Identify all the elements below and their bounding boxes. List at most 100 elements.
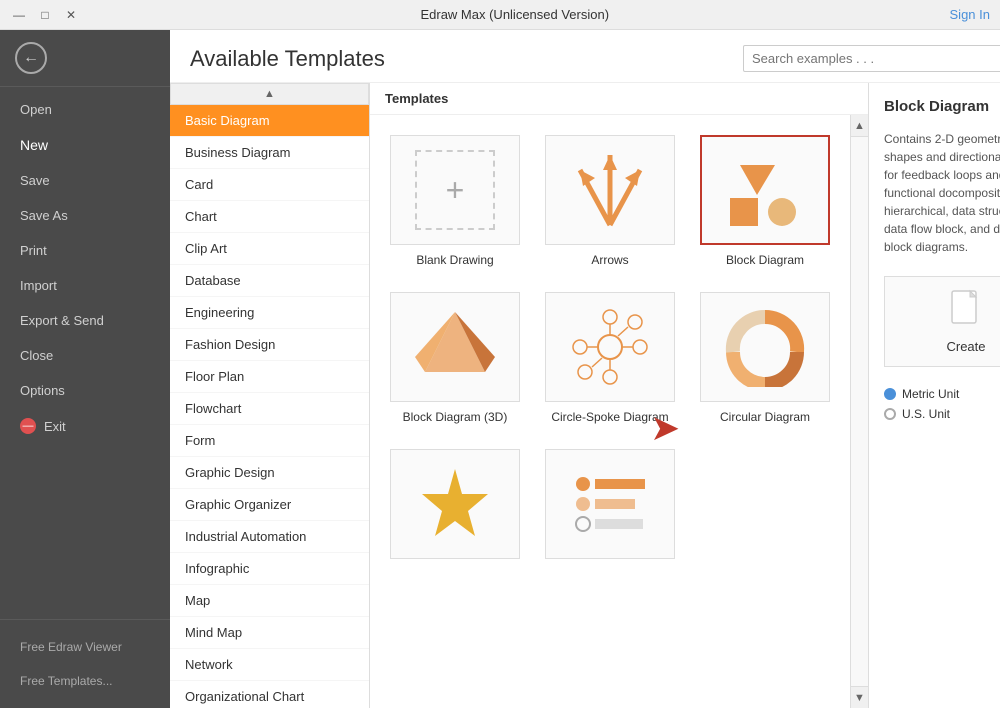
template-thumb-star: [390, 449, 520, 559]
circular-svg: [720, 307, 810, 387]
category-item-engineering[interactable]: Engineering: [170, 297, 369, 329]
doc-icon-svg: [950, 289, 982, 327]
arrow-indicator: ➤: [650, 410, 680, 446]
sidebar-item-import[interactable]: Import: [0, 268, 170, 303]
category-item-basic[interactable]: Basic Diagram: [170, 105, 369, 137]
category-item-form[interactable]: Form: [170, 425, 369, 457]
bars-svg: [565, 464, 655, 544]
category-item-chart[interactable]: Chart: [170, 201, 369, 233]
category-item-map[interactable]: Map: [170, 585, 369, 617]
sidebar-item-print[interactable]: Print: [0, 233, 170, 268]
search-input[interactable]: [752, 51, 1000, 66]
circle-spoke-svg: [565, 307, 655, 387]
grid-scrollbar-track: [851, 137, 868, 686]
grid-scroll-down[interactable]: ▼: [851, 686, 868, 708]
template-area: ▲ Basic Diagram Business Diagram Card Ch…: [170, 83, 1000, 708]
titlebar: — □ ✕ Edraw Max (Unlicensed Version) Sig…: [0, 0, 1000, 30]
sidebar-item-close[interactable]: Close: [0, 338, 170, 373]
sidebar-item-free-viewer[interactable]: Free Edraw Viewer: [0, 630, 170, 664]
create-label: Create: [946, 339, 985, 354]
sidebar: ← Open New Save Save As Print Import Exp…: [0, 30, 170, 708]
sidebar-item-free-templates[interactable]: Free Templates...: [0, 664, 170, 698]
template-thumb-blank: +: [390, 135, 520, 245]
template-thumb-arrows: [545, 135, 675, 245]
category-item-clipart[interactable]: Clip Art: [170, 233, 369, 265]
page-title: Available Templates: [190, 46, 385, 72]
create-button[interactable]: Create: [884, 276, 1000, 367]
template-star[interactable]: [385, 444, 525, 572]
us-unit-option[interactable]: U.S. Unit: [884, 407, 1000, 421]
category-item-floorplan[interactable]: Floor Plan: [170, 361, 369, 393]
unit-options: Metric Unit U.S. Unit: [884, 387, 1000, 427]
template-block[interactable]: Block Diagram: [695, 130, 835, 272]
grid-scroll-up[interactable]: ▲: [851, 115, 868, 137]
template-thumb-block: [700, 135, 830, 245]
arrows-svg: [565, 150, 655, 230]
template-block3d[interactable]: Block Diagram (3D): [385, 287, 525, 429]
category-item-infographic[interactable]: Infographic: [170, 553, 369, 585]
close-btn[interactable]: ✕: [62, 6, 80, 24]
sidebar-item-options[interactable]: Options: [0, 373, 170, 408]
category-item-organizer[interactable]: Graphic Organizer: [170, 489, 369, 521]
block-diagram-svg: [720, 150, 810, 230]
grid-scroll: ▲ ▼: [850, 115, 868, 708]
main-content: Available Templates 🔍 ▲ Basic Diagram Bu…: [170, 30, 1000, 708]
metric-radio: [884, 388, 896, 400]
category-item-card[interactable]: Card: [170, 169, 369, 201]
template-bars[interactable]: [540, 444, 680, 572]
sidebar-item-new[interactable]: New: [0, 127, 170, 163]
category-list: ▲ Basic Diagram Business Diagram Card Ch…: [170, 83, 370, 708]
sign-in-link[interactable]: Sign In: [950, 7, 990, 22]
templates-section: Templates ➤ +: [370, 83, 868, 708]
template-thumb-block3d: [390, 292, 520, 402]
window-controls[interactable]: — □ ✕: [10, 6, 80, 24]
template-label-blank: Blank Drawing: [416, 253, 493, 267]
star-svg: [410, 464, 500, 544]
category-item-mindmap[interactable]: Mind Map: [170, 617, 369, 649]
category-item-orgchart[interactable]: Organizational Chart: [170, 681, 369, 708]
info-panel: Block Diagram Contains 2-D geometric sha…: [868, 83, 1000, 708]
category-item-industrial[interactable]: Industrial Automation: [170, 521, 369, 553]
metric-unit-option[interactable]: Metric Unit: [884, 387, 1000, 401]
back-circle-icon: ←: [15, 42, 47, 74]
info-description: Contains 2-D geometric shapes and direct…: [884, 130, 1000, 256]
exit-icon: —: [20, 418, 36, 434]
sidebar-item-exit[interactable]: — Exit: [0, 408, 170, 444]
template-arrows[interactable]: Arrows: [540, 130, 680, 272]
sidebar-item-save-as[interactable]: Save As: [0, 198, 170, 233]
category-item-flowchart[interactable]: Flowchart: [170, 393, 369, 425]
sidebar-item-save[interactable]: Save: [0, 163, 170, 198]
app-title: Edraw Max (Unlicensed Version): [80, 7, 950, 22]
document-icon: [950, 289, 982, 334]
template-thumb-bars: [545, 449, 675, 559]
template-blank[interactable]: + Blank Drawing: [385, 130, 525, 272]
category-item-graphic[interactable]: Graphic Design: [170, 457, 369, 489]
template-thumb-circle-spoke: [545, 292, 675, 402]
sidebar-item-open[interactable]: Open: [0, 92, 170, 127]
content-header: Available Templates 🔍: [170, 30, 1000, 83]
template-circular[interactable]: Circular Diagram: [695, 287, 835, 429]
info-title: Block Diagram: [884, 98, 1000, 115]
maximize-btn[interactable]: □: [36, 6, 54, 24]
sidebar-nav: Open New Save Save As Print Import Expor…: [0, 87, 170, 449]
category-item-database[interactable]: Database: [170, 265, 369, 297]
sidebar-item-export[interactable]: Export & Send: [0, 303, 170, 338]
metric-label: Metric Unit: [902, 387, 959, 401]
us-radio: [884, 408, 896, 420]
template-label-block3d: Block Diagram (3D): [403, 410, 508, 424]
back-button[interactable]: ←: [0, 30, 170, 87]
exit-label: Exit: [44, 419, 66, 434]
minimize-btn[interactable]: —: [10, 6, 28, 24]
category-scroll-up[interactable]: ▲: [170, 83, 369, 105]
template-label-arrows: Arrows: [591, 253, 628, 267]
app-body: ← Open New Save Save As Print Import Exp…: [0, 30, 1000, 708]
category-item-business[interactable]: Business Diagram: [170, 137, 369, 169]
templates-header: Templates: [370, 83, 868, 115]
category-items: Basic Diagram Business Diagram Card Char…: [170, 105, 369, 708]
templates-grid: + Blank Drawing: [385, 130, 835, 572]
block3d-svg: [410, 307, 500, 387]
category-item-network[interactable]: Network: [170, 649, 369, 681]
templates-grid-container: ➤ + Blank Drawing: [370, 115, 850, 708]
category-item-fashion[interactable]: Fashion Design: [170, 329, 369, 361]
search-bar[interactable]: 🔍: [743, 45, 1000, 72]
